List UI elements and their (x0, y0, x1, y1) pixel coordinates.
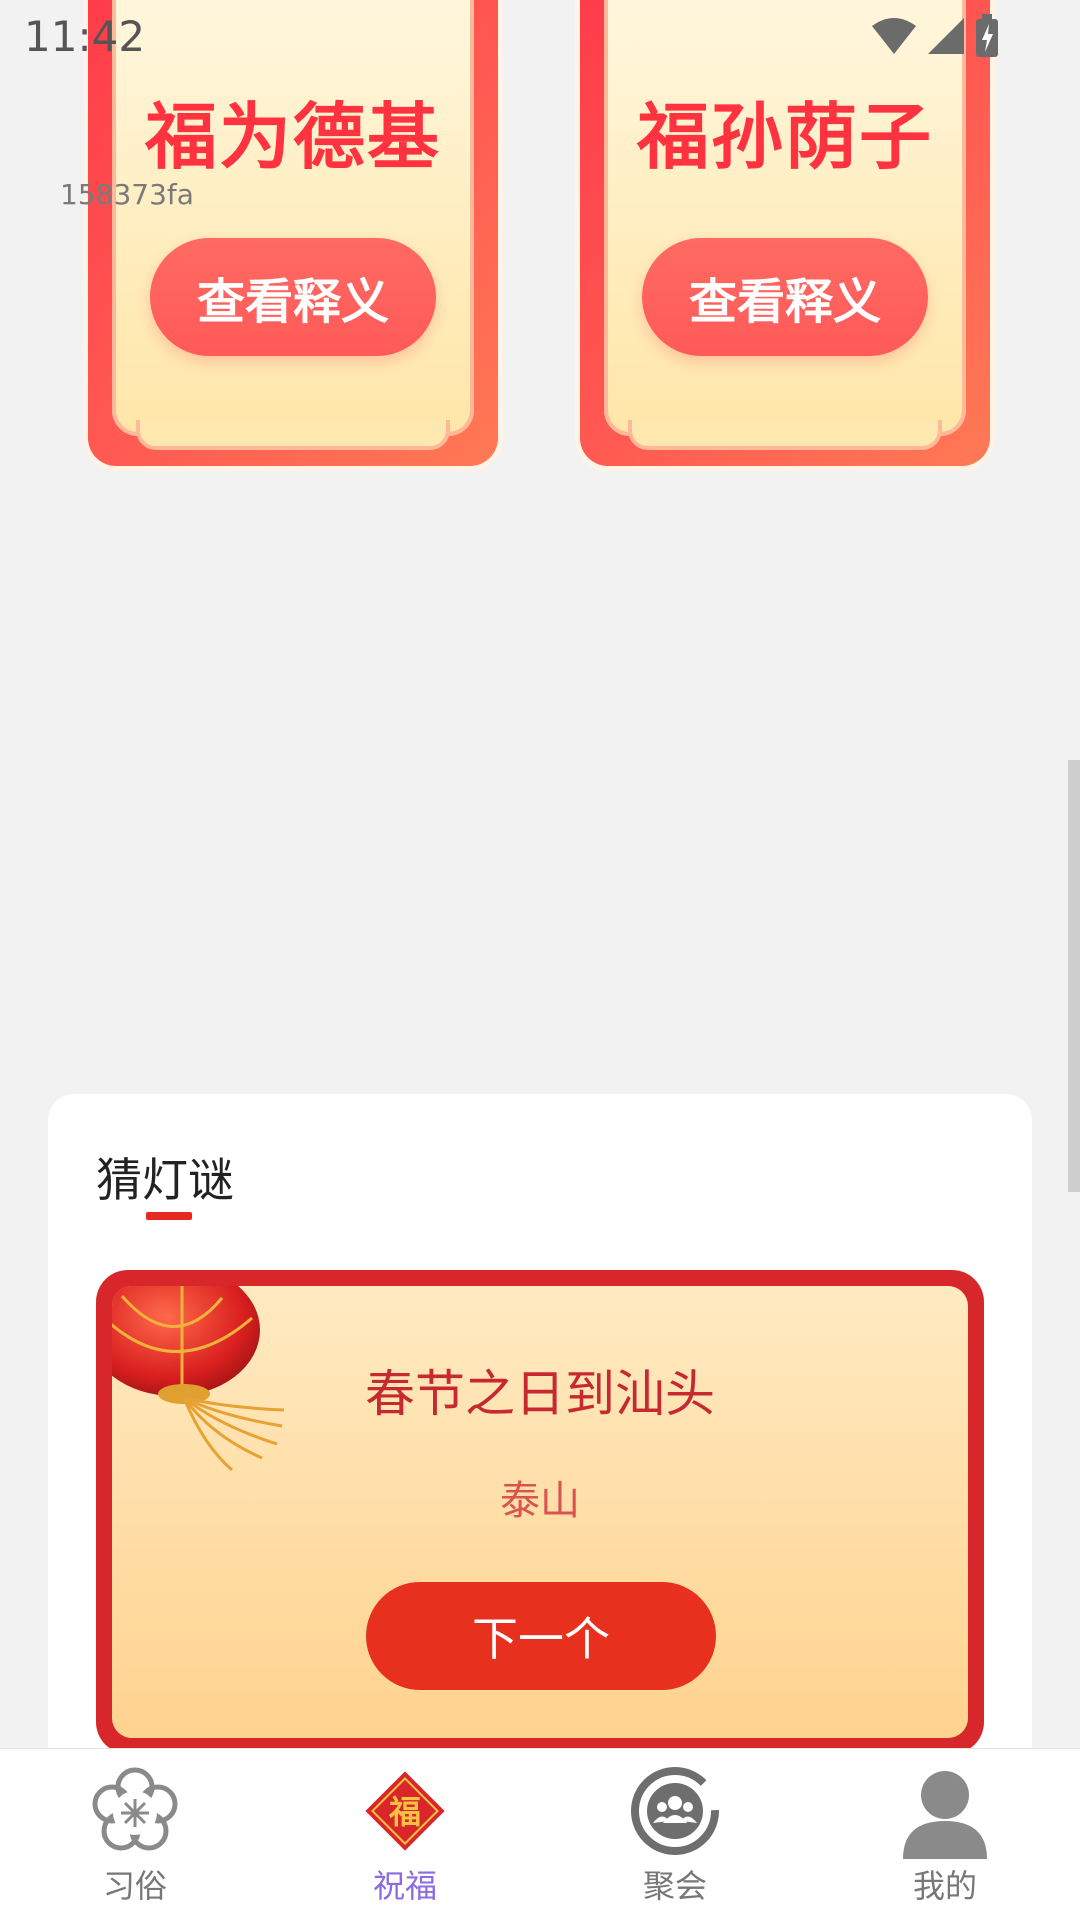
next-riddle-button[interactable]: 下一个 (366, 1582, 716, 1690)
status-bar: 11:42 (0, 0, 1080, 80)
status-icons (870, 14, 1000, 58)
nav-item-blessing[interactable]: 福 祝福 (270, 1749, 540, 1920)
section-title: 猜灯谜 (96, 1153, 234, 1207)
nav-item-customs[interactable]: 习俗 (0, 1749, 270, 1920)
riddle-question: 春节之日到汕头 (365, 1365, 715, 1423)
nav-item-mine[interactable]: 我的 (810, 1749, 1080, 1920)
riddle-answer: 泰山 (500, 1478, 580, 1524)
debug-tag: 158373fa (60, 178, 194, 211)
plum-blossom-icon (92, 1767, 178, 1851)
riddle-card: 春节之日到汕头 泰山 下一个 (96, 1270, 984, 1754)
group-icon (631, 1767, 719, 1855)
app-screen: 11:42 158373fa 福为德基 查看释义 福孙荫子 查看释义 猜灯谜 春… (0, 0, 1080, 1920)
status-time: 11:42 (24, 12, 146, 61)
nav-label: 祝福 (372, 1867, 437, 1905)
nav-label: 聚会 (642, 1867, 707, 1905)
view-meaning-button[interactable]: 查看释义 (150, 238, 436, 356)
nav-label: 习俗 (102, 1867, 167, 1905)
fu-diamond-icon: 福 (365, 1771, 445, 1851)
fu-glyph: 福 (388, 1793, 421, 1831)
nav-item-gathering[interactable]: 聚会 (540, 1749, 810, 1920)
signal-icon (928, 18, 964, 54)
riddle-card-inner: 春节之日到汕头 泰山 下一个 (112, 1286, 968, 1738)
scroll-indicator[interactable] (1068, 760, 1080, 1192)
bottom-navigation: 习俗 福 祝福 聚会 我的 (0, 1748, 1080, 1920)
blessing-title: 福孙荫子 (636, 95, 933, 179)
nav-label: 我的 (912, 1867, 977, 1905)
blessing-title: 福为德基 (144, 95, 441, 179)
battery-icon (976, 14, 998, 57)
person-icon (903, 1771, 987, 1859)
view-meaning-button[interactable]: 查看释义 (642, 238, 928, 356)
section-title-underline (146, 1212, 192, 1220)
wifi-icon (872, 18, 916, 54)
